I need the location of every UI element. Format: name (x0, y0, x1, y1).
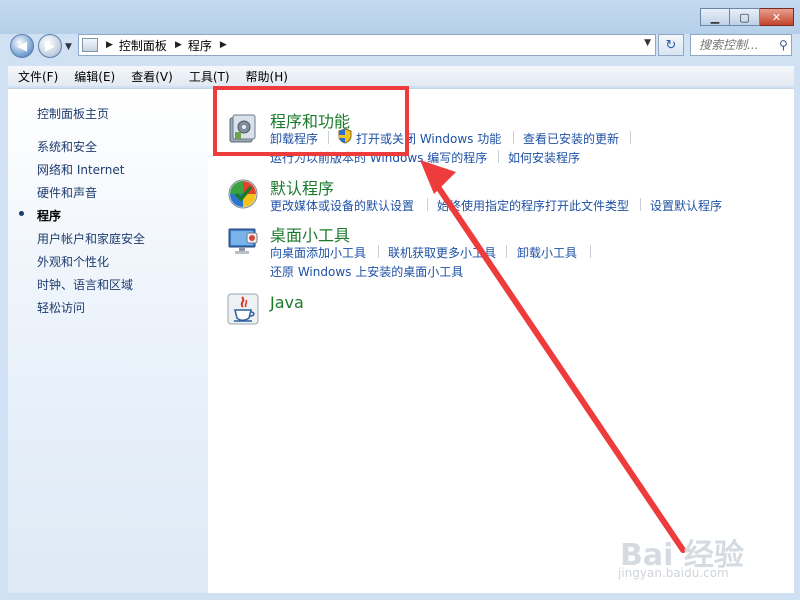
recent-pages-dropdown[interactable]: ▼ (65, 42, 75, 52)
refresh-icon: ↻ (665, 37, 677, 53)
sidebar: 控制面板主页 系统和安全 网络和 Internet 硬件和声音 程序 用户帐户和… (8, 89, 208, 593)
menu-bar: 文件(F) 编辑(E) 查看(V) 工具(T) 帮助(H) (8, 66, 794, 86)
sidebar-item-appearance[interactable]: 外观和个性化 (37, 253, 109, 270)
search-icon[interactable]: ⚲ (779, 38, 788, 52)
task-separator (378, 245, 379, 258)
search-input[interactable] (697, 37, 777, 53)
sidebar-item-programs: 程序 (37, 209, 62, 223)
desktop-gadgets-icon[interactable] (227, 225, 259, 257)
task-separator (630, 131, 631, 144)
content-area: 控制面板主页 系统和安全 网络和 Internet 硬件和声音 程序 用户帐户和… (8, 88, 794, 593)
main-panel: 程序和功能 卸载程序 打开或关闭 Windows 功能 查看已安装的更新 运行为… (208, 89, 794, 593)
task-how-to-install[interactable]: 如何安装程序 (508, 149, 580, 166)
back-button[interactable]: ◀ (10, 34, 34, 58)
task-change-media-defaults[interactable]: 更改媒体或设备的默认设置 (270, 197, 414, 214)
sidebar-item-ease-of-access[interactable]: 轻松访问 (37, 299, 85, 316)
java-icon[interactable] (227, 293, 259, 325)
sidebar-item-system-security[interactable]: 系统和安全 (37, 138, 97, 155)
control-panel-icon (82, 38, 98, 52)
task-get-more-gadgets[interactable]: 联机获取更多小工具 (388, 244, 496, 261)
task-add-gadgets[interactable]: 向桌面添加小工具 (270, 244, 366, 261)
task-separator (498, 150, 499, 163)
task-separator (640, 198, 641, 211)
minimize-button[interactable]: ▁ (700, 8, 730, 26)
address-bar[interactable]: ▶ 控制面板 ▶ 程序 ▶ ▼ (78, 34, 656, 56)
menu-view[interactable]: 查看(V) (121, 68, 179, 85)
watermark-url: jingyan.baidu.com (618, 566, 729, 580)
category-title-java[interactable]: Java (270, 293, 304, 312)
close-button[interactable]: ✕ (760, 8, 794, 26)
sidebar-item-user-accounts[interactable]: 用户帐户和家庭安全 (37, 230, 145, 247)
sidebar-item-hardware-sound[interactable]: 硬件和声音 (37, 184, 97, 201)
annotation-highlight-box (213, 86, 409, 156)
default-programs-icon[interactable] (227, 178, 259, 210)
task-separator (513, 131, 514, 144)
task-separator (506, 245, 507, 258)
task-set-default-programs[interactable]: 设置默认程序 (650, 197, 722, 214)
menu-file[interactable]: 文件(F) (8, 68, 64, 85)
breadcrumb-control-panel[interactable]: 控制面板 (119, 37, 167, 54)
breadcrumb-programs[interactable]: 程序 (188, 37, 212, 54)
forward-button[interactable]: ▶ (38, 34, 62, 58)
menu-edit[interactable]: 编辑(E) (64, 68, 121, 85)
maximize-button[interactable]: ▢ (730, 8, 760, 26)
task-view-installed-updates[interactable]: 查看已安装的更新 (523, 130, 619, 147)
search-box[interactable]: ⚲ (690, 34, 792, 56)
menu-tools[interactable]: 工具(T) (179, 68, 236, 85)
title-bar: ▁ ▢ ✕ (0, 0, 800, 34)
sidebar-item-control-panel-home[interactable]: 控制面板主页 (37, 105, 109, 122)
back-arrow-icon: ◀ (17, 38, 27, 54)
task-uninstall-gadget[interactable]: 卸载小工具 (517, 244, 577, 261)
breadcrumb-separator-icon[interactable]: ▶ (175, 40, 182, 50)
task-separator (427, 198, 428, 211)
sidebar-item-clock-language-region[interactable]: 时钟、语言和区域 (37, 276, 133, 293)
category-title-default-programs[interactable]: 默认程序 (270, 175, 334, 199)
task-separator (590, 245, 591, 258)
breadcrumb-separator-icon[interactable]: ▶ (106, 40, 113, 50)
forward-arrow-icon: ▶ (45, 38, 55, 54)
navigation-bar: ◀ ▶ ▼ ▶ 控制面板 ▶ 程序 ▶ ▼ ↻ ⚲ (0, 30, 800, 60)
window-controls: ▁ ▢ ✕ (700, 8, 794, 26)
menu-help[interactable]: 帮助(H) (236, 68, 294, 85)
address-dropdown-icon[interactable]: ▼ (644, 38, 651, 48)
breadcrumb-separator-icon[interactable]: ▶ (220, 40, 227, 50)
current-page-bullet-icon (19, 211, 24, 216)
sidebar-item-network-internet[interactable]: 网络和 Internet (37, 161, 124, 178)
task-file-type-association[interactable]: 始终使用指定的程序打开此文件类型 (437, 197, 629, 214)
refresh-button[interactable]: ↻ (658, 34, 684, 56)
task-restore-gadgets[interactable]: 还原 Windows 上安装的桌面小工具 (270, 263, 463, 280)
category-title-desktop-gadgets[interactable]: 桌面小工具 (270, 222, 350, 246)
